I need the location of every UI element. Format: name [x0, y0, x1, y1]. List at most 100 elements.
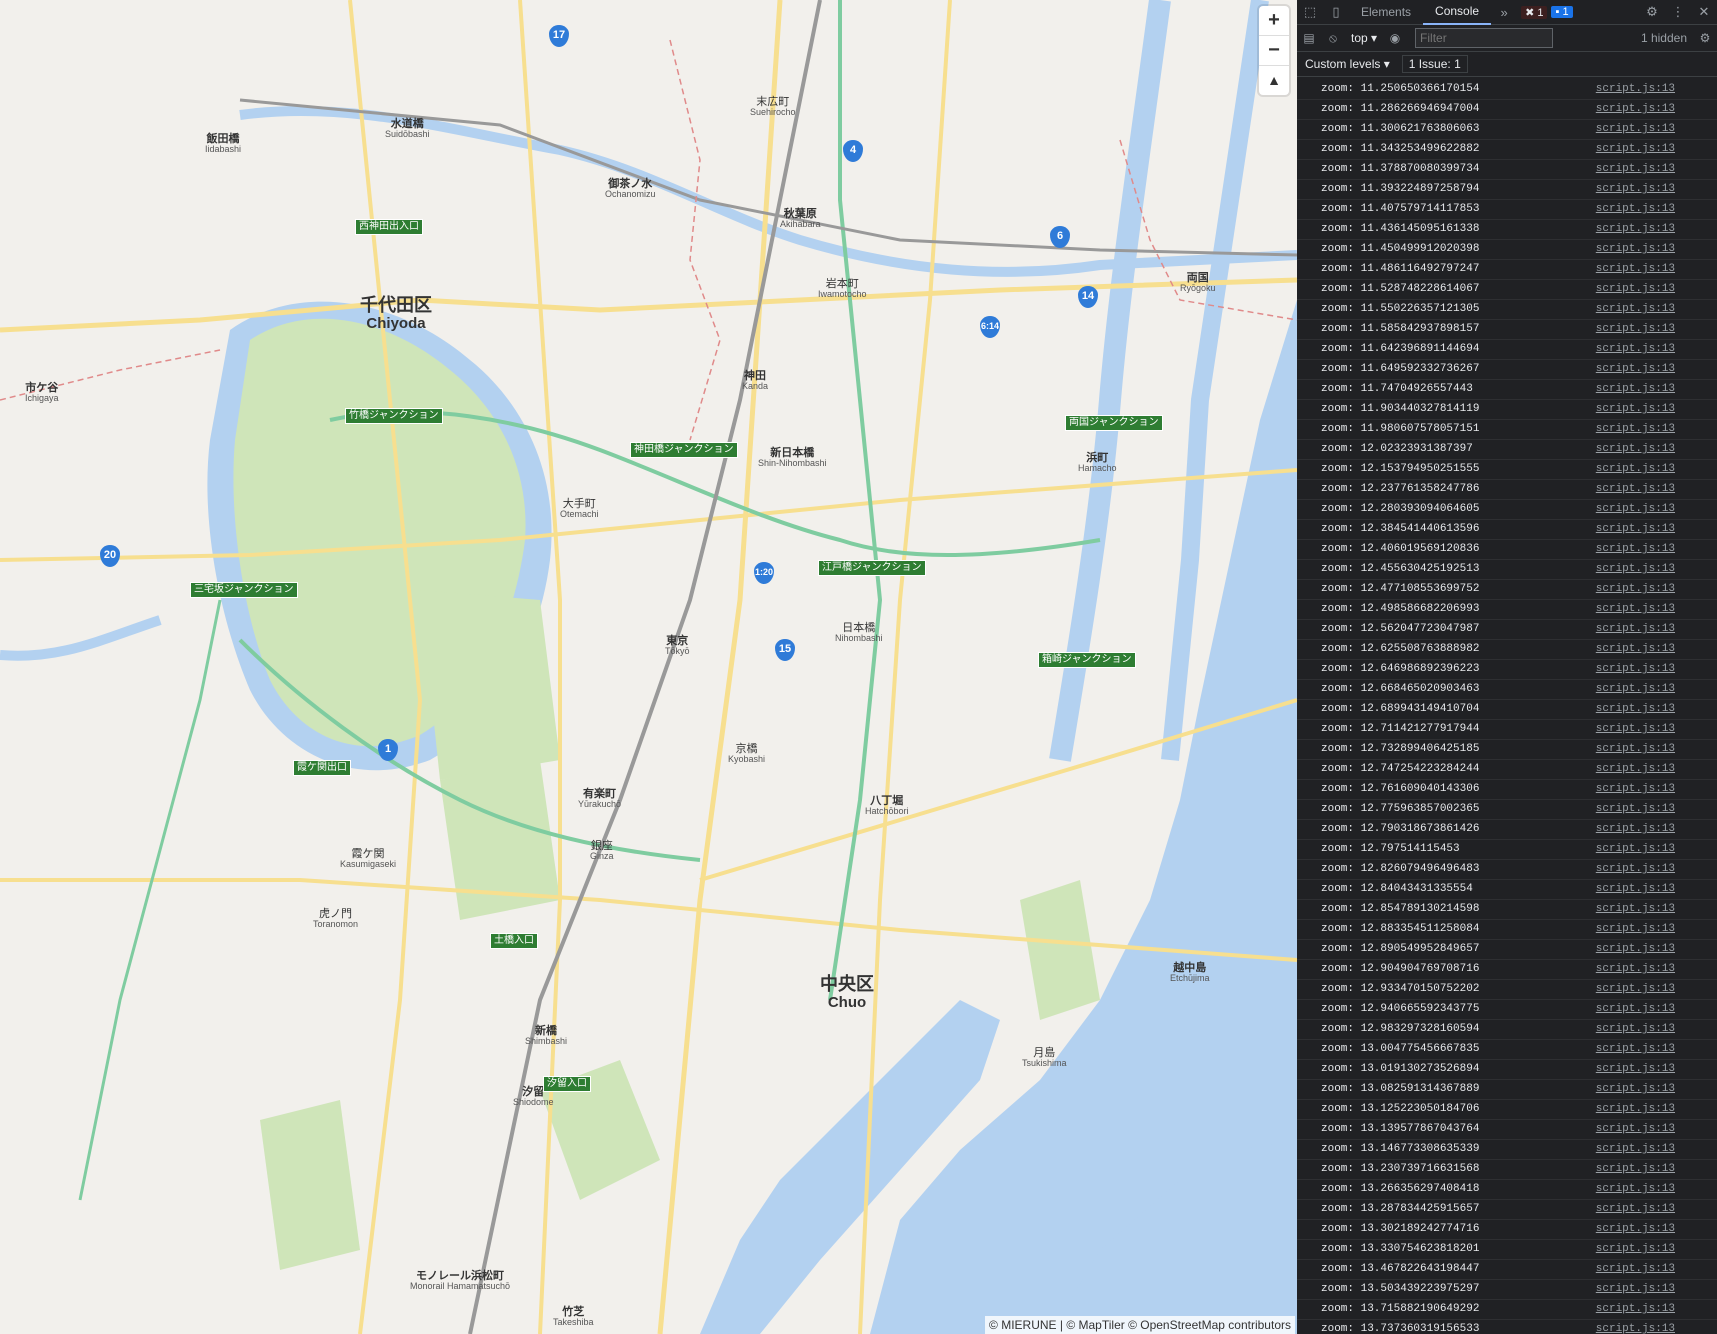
station-label[interactable]: 末広町 Suehirocho	[750, 96, 796, 118]
log-source-link[interactable]: script.js:13	[1596, 900, 1675, 919]
log-source-link[interactable]: script.js:13	[1596, 500, 1675, 519]
station-label[interactable]: 日本橋 Nihombashi	[835, 622, 883, 644]
junction-badge[interactable]: 三宅坂ジャンクション	[190, 582, 298, 598]
map-canvas[interactable]: 千代田区 Chiyoda 中央区 Chuo 水道橋 Suidōbashi 飯田橋 Iid…	[0, 0, 1297, 1334]
station-label[interactable]: 浜町 Hamacho	[1078, 452, 1117, 474]
issues-button[interactable]: 1 Issue: 1	[1401, 55, 1468, 73]
log-source-link[interactable]: script.js:13	[1596, 220, 1675, 239]
log-source-link[interactable]: script.js:13	[1596, 260, 1675, 279]
log-source-link[interactable]: script.js:13	[1596, 700, 1675, 719]
station-label[interactable]: 新日本橋 Shin-Nihombashi	[758, 447, 827, 469]
log-source-link[interactable]: script.js:13	[1596, 400, 1675, 419]
log-source-link[interactable]: script.js:13	[1596, 560, 1675, 579]
log-source-link[interactable]: script.js:13	[1596, 1080, 1675, 1099]
log-source-link[interactable]: script.js:13	[1596, 140, 1675, 159]
sidebar-toggle-icon[interactable]: ▤	[1297, 31, 1321, 45]
station-label[interactable]: 秋葉原 Akihabara	[780, 208, 821, 230]
log-source-link[interactable]: script.js:13	[1596, 760, 1675, 779]
log-source-link[interactable]: script.js:13	[1596, 520, 1675, 539]
log-source-link[interactable]: script.js:13	[1596, 640, 1675, 659]
log-source-link[interactable]: script.js:13	[1596, 420, 1675, 439]
station-label[interactable]: 越中島 Etchūjima	[1170, 962, 1210, 984]
junction-badge[interactable]: 両国ジャンクション	[1065, 415, 1163, 431]
log-source-link[interactable]: script.js:13	[1596, 380, 1675, 399]
console-settings-gear-icon[interactable]: ⚙	[1693, 31, 1717, 45]
log-source-link[interactable]: script.js:13	[1596, 1260, 1675, 1279]
clear-console-icon[interactable]: ⦸	[1321, 31, 1345, 46]
log-source-link[interactable]: script.js:13	[1596, 1200, 1675, 1219]
settings-gear-icon[interactable]: ⚙	[1639, 4, 1665, 20]
log-source-link[interactable]: script.js:13	[1596, 360, 1675, 379]
log-source-link[interactable]: script.js:13	[1596, 820, 1675, 839]
log-source-link[interactable]: script.js:13	[1596, 1140, 1675, 1159]
log-source-link[interactable]: script.js:13	[1596, 800, 1675, 819]
station-label[interactable]: 銀座 Ginza	[590, 840, 614, 862]
log-source-link[interactable]: script.js:13	[1596, 300, 1675, 319]
log-source-link[interactable]: script.js:13	[1596, 980, 1675, 999]
log-levels-dropdown[interactable]: Custom levels ▾	[1305, 57, 1390, 71]
station-label[interactable]: 霞ケ関 Kasumigaseki	[340, 848, 396, 870]
log-source-link[interactable]: script.js:13	[1596, 340, 1675, 359]
compass-button[interactable]: ▲	[1259, 66, 1289, 95]
station-label[interactable]: 飯田橋 Iidabashi	[205, 133, 241, 155]
station-label[interactable]: モノレール浜松町 Monorail Hamamatsuchō	[410, 1270, 510, 1292]
station-label[interactable]: 御茶ノ水 Ochanomizu	[605, 178, 656, 200]
log-source-link[interactable]: script.js:13	[1596, 740, 1675, 759]
log-source-link[interactable]: script.js:13	[1596, 540, 1675, 559]
more-tabs-icon[interactable]: »	[1491, 5, 1517, 20]
log-source-link[interactable]: script.js:13	[1596, 80, 1675, 99]
junction-badge[interactable]: 箱崎ジャンクション	[1038, 652, 1136, 668]
station-label[interactable]: 神田 Kanda	[742, 370, 768, 392]
log-source-link[interactable]: script.js:13	[1596, 1240, 1675, 1259]
log-source-link[interactable]: script.js:13	[1596, 680, 1675, 699]
log-source-link[interactable]: script.js:13	[1596, 880, 1675, 899]
junction-badge[interactable]: 汐留入口	[543, 1076, 591, 1092]
junction-badge[interactable]: 神田橋ジャンクション	[630, 442, 738, 458]
tab-console[interactable]: Console	[1423, 0, 1492, 25]
log-source-link[interactable]: script.js:13	[1596, 660, 1675, 679]
log-source-link[interactable]: script.js:13	[1596, 280, 1675, 299]
zoom-out-button[interactable]: −	[1259, 36, 1289, 66]
device-toolbar-icon[interactable]: ▯	[1323, 4, 1349, 20]
station-label[interactable]: 水道橋 Suidōbashi	[385, 118, 430, 140]
inspect-element-icon[interactable]: ⬚	[1297, 4, 1323, 20]
live-expression-eye-icon[interactable]: ◉	[1383, 31, 1407, 45]
log-source-link[interactable]: script.js:13	[1596, 1220, 1675, 1239]
console-log-list[interactable]: zoom: 11.250650366170154 script.js:13 zoom…	[1297, 80, 1717, 1334]
log-source-link[interactable]: script.js:13	[1596, 1060, 1675, 1079]
station-label[interactable]: 東京 Tōkyō	[665, 635, 690, 657]
log-source-link[interactable]: script.js:13	[1596, 120, 1675, 139]
log-source-link[interactable]: script.js:13	[1596, 960, 1675, 979]
station-label[interactable]: 岩本町 Iwamotocho	[818, 278, 867, 300]
junction-badge[interactable]: 江戸橋ジャンクション	[818, 560, 926, 576]
log-source-link[interactable]: script.js:13	[1596, 1020, 1675, 1039]
console-filter-input[interactable]	[1415, 28, 1554, 48]
station-label[interactable]: 八丁堀 Hatchōbori	[865, 795, 909, 817]
station-label[interactable]: 市ケ谷 Ichigaya	[25, 382, 59, 404]
close-icon[interactable]: ✕	[1691, 4, 1717, 20]
log-source-link[interactable]: script.js:13	[1596, 240, 1675, 259]
log-source-link[interactable]: script.js:13	[1596, 920, 1675, 939]
log-source-link[interactable]: script.js:13	[1596, 480, 1675, 499]
junction-badge[interactable]: 霞ケ関出口	[293, 760, 351, 776]
log-source-link[interactable]: script.js:13	[1596, 1180, 1675, 1199]
log-source-link[interactable]: script.js:13	[1596, 1040, 1675, 1059]
station-label[interactable]: 新橋 Shimbashi	[525, 1025, 567, 1047]
map-attribution[interactable]: © MIERUNE | © MapTiler © OpenStreetMap c…	[985, 1316, 1295, 1334]
error-count-badge[interactable]: ✖ 1	[1521, 5, 1548, 19]
kebab-menu-icon[interactable]: ⋮	[1665, 4, 1691, 20]
log-source-link[interactable]: script.js:13	[1596, 1000, 1675, 1019]
log-source-link[interactable]: script.js:13	[1596, 180, 1675, 199]
message-count-badge[interactable]: ▪ 1	[1551, 6, 1573, 18]
junction-badge[interactable]: 西神田出入口	[355, 219, 423, 235]
log-source-link[interactable]: script.js:13	[1596, 100, 1675, 119]
station-label[interactable]: 京橋 Kyobashi	[728, 743, 765, 765]
log-source-link[interactable]: script.js:13	[1596, 720, 1675, 739]
log-source-link[interactable]: script.js:13	[1596, 860, 1675, 879]
log-source-link[interactable]: script.js:13	[1596, 1120, 1675, 1139]
log-source-link[interactable]: script.js:13	[1596, 940, 1675, 959]
log-source-link[interactable]: script.js:13	[1596, 1280, 1675, 1299]
log-source-link[interactable]: script.js:13	[1596, 200, 1675, 219]
log-source-link[interactable]: script.js:13	[1596, 460, 1675, 479]
tab-elements[interactable]: Elements	[1349, 0, 1423, 24]
